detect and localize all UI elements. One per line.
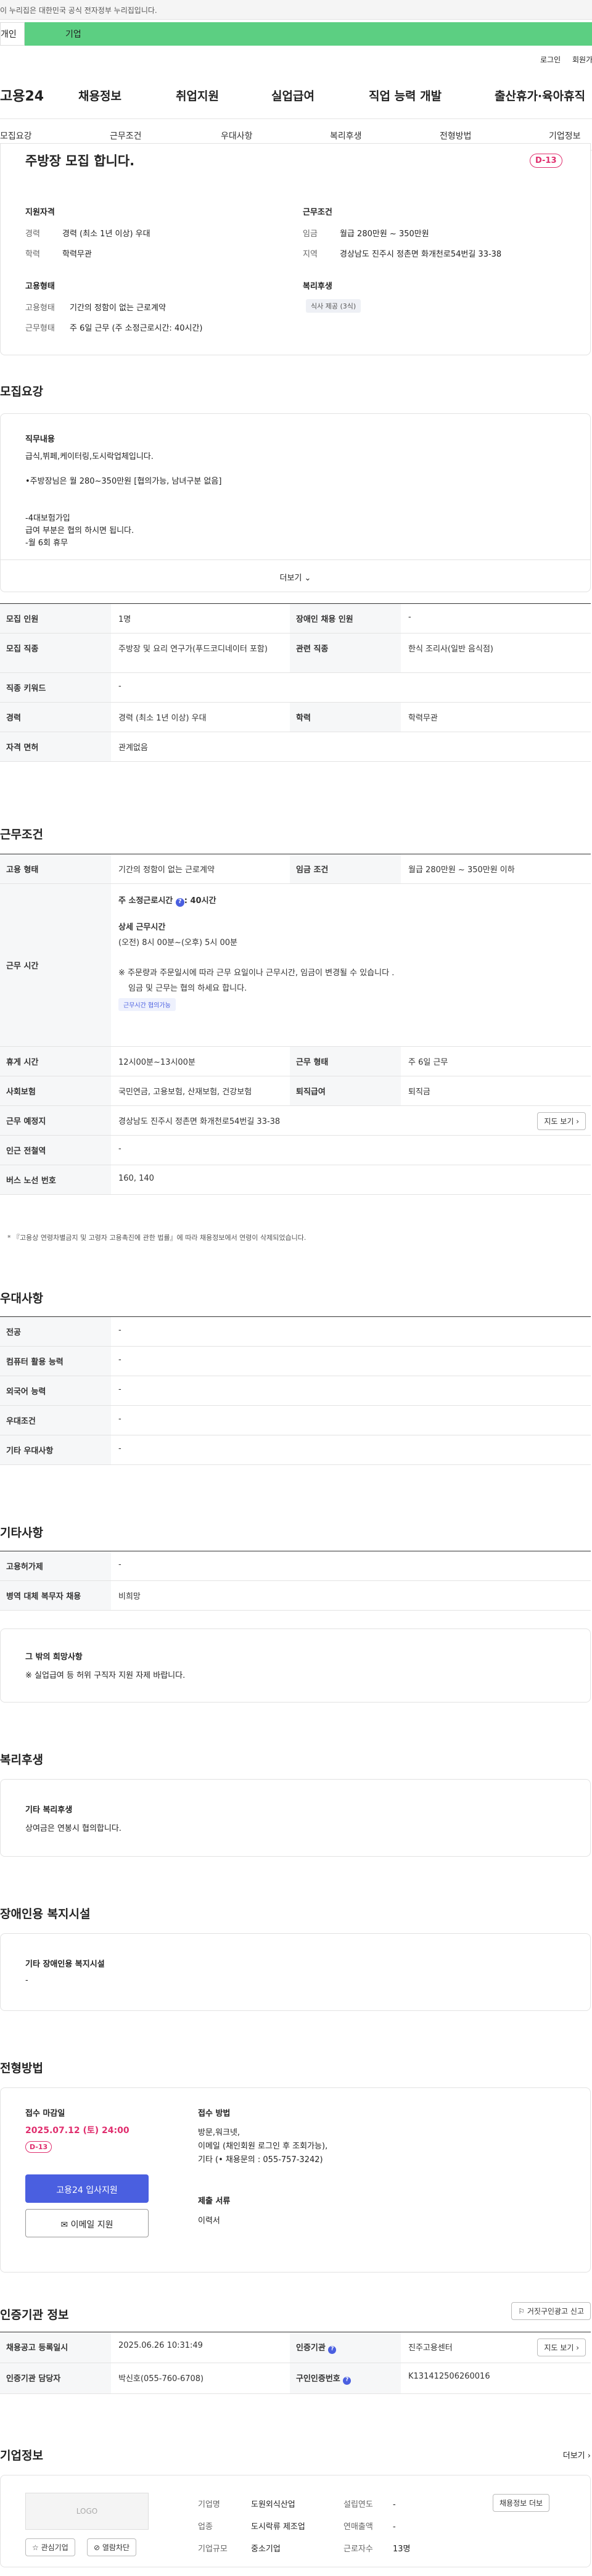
selection-title: 전형방법 xyxy=(0,2062,43,2075)
recruit-table: 모집 인원 1명 장애인 채용 인원 - 모집 직종 주방장 및 요리 연구가(푸드코디… xyxy=(0,603,591,762)
table-row: 근무 시간 주 소정근로시간 ?: 40시간 상세 근무시간 (오전) 8시 0… xyxy=(0,884,591,1047)
report-button[interactable]: ⚐ 거짓구인광고 신고 xyxy=(511,2302,591,2320)
table-row: 기타 우대사항 - xyxy=(0,1435,591,1465)
nav-training[interactable]: 직업 능력 개발 xyxy=(369,87,442,104)
conditions-title: 근무조건 xyxy=(0,828,43,841)
preference-table: 전공 - 컴퓨터 활용 능력 - 외국어 능력 - 우대조건 - 기타 우대사항 - xyxy=(0,1316,591,1465)
dday-badge-2: D-13 xyxy=(25,2141,52,2153)
info-icon[interactable]: ? xyxy=(175,898,184,907)
welfare-heading: 복리후생 xyxy=(303,282,332,291)
job-desc-text: 급식,뷔페,케이터링,도시락업체입니다. •주방장님은 월 280~350만원 … xyxy=(25,452,222,548)
tab-company[interactable]: 기업 xyxy=(25,22,592,46)
company-card: LOGO ☆ 관심기업 ⊘ 열람차단 기업명 도원외식산업 설립연도 - 업종 도시락류… xyxy=(0,2475,591,2567)
more-button[interactable]: 더보기 ⌄ xyxy=(1,559,590,592)
flag-icon: ⚐ xyxy=(518,2307,525,2316)
block-icon: ⊘ xyxy=(94,2543,101,2552)
table-row: 직종 키워드 - xyxy=(0,673,591,703)
map-button[interactable]: 지도 보기 › xyxy=(537,1112,586,1130)
table-row: 모집 인원 1명 장애인 채용 인원 - xyxy=(0,604,591,634)
preference-title: 우대사항 xyxy=(0,1292,43,1305)
selection-card: 접수 마감일 2025.07.12 (토) 24:00 D-13 고용24 입사… xyxy=(0,2087,591,2273)
nav-parental-leave[interactable]: 출산휴가·육아휴직 xyxy=(495,87,585,104)
signup-link[interactable]: 회원가입 xyxy=(572,54,592,65)
table-row: 자격 면허 관계없음 xyxy=(0,732,591,762)
disability-box: 기타 장애인용 복지시설 - xyxy=(0,1933,591,2011)
nav-employment-support[interactable]: 취업지원 xyxy=(176,87,219,104)
star-icon: ☆ xyxy=(32,2543,39,2552)
cond-heading: 근무조건 xyxy=(303,208,332,217)
job-desc-card: 직무내용 급식,뷔페,케이터링,도시락업체입니다. •주방장님은 월 280~3… xyxy=(0,413,591,592)
negotiable-chip: 근무시간 협의가능 xyxy=(118,998,176,1011)
table-row: 휴게 시간 12시00분~13시00분 근무 형태 주 6일 근무 xyxy=(0,1047,591,1076)
job-desc-heading: 직무내용 xyxy=(25,435,55,444)
method-list: 방문,워크넷, 이메일 (채인회원 로그인 후 조회가능), 기타 (• 채용문… xyxy=(198,2128,328,2165)
etc-box: 그 밖의 희망사항 ※ 실업급여 등 허위 구직자 지원 자제 바랍니다. xyxy=(0,1629,591,1703)
tab-recruit[interactable]: 모집요강 xyxy=(0,130,32,142)
deadline: 2025.07.12 (토) 24:00 xyxy=(25,2126,130,2136)
company-more-link[interactable]: 더보기 › xyxy=(563,2449,591,2461)
cond-list: 임금 월급 280만원 ~ 350만원 지역 경상남도 진주시 정촌면 화개천로54… xyxy=(303,229,502,259)
cert-table: 채용공고 등록일시 2025.06.26 10:31:49 인증기관 ? 진주고용센터… xyxy=(0,2332,591,2394)
fav-company-button[interactable]: ☆ 관심기업 xyxy=(25,2538,75,2556)
disability-title: 장애인용 복지시설 xyxy=(0,1907,91,1921)
gov-banner: 이 누리집은 대한민국 공식 전자정부 누리집입니다. xyxy=(0,0,592,20)
company-logo: LOGO xyxy=(25,2493,149,2530)
apply-button[interactable]: 고용24 입사지원 xyxy=(25,2174,149,2203)
table-row: 채용공고 등록일시 2025.06.26 10:31:49 인증기관 ? 진주고용센터… xyxy=(0,2332,591,2363)
cert-title: 인증기관 정보 xyxy=(0,2308,69,2322)
tab-company-info[interactable]: 기업정보 xyxy=(549,130,581,142)
tab-conditions[interactable]: 근무조건 xyxy=(110,130,142,142)
age-footnote: * 『고용상 연령차별금지 및 고령자 고용촉진에 관한 법률』에 따라 채용정… xyxy=(7,1234,306,1242)
table-row: 외국어 능력 - xyxy=(0,1376,591,1406)
job-title: 주방장 모집 합니다. xyxy=(25,154,135,168)
table-row: 인증기관 담당자 박신호(055-760-6708) 구인인증번호 ? K131412… xyxy=(0,2363,591,2394)
tab-preference[interactable]: 우대사항 xyxy=(221,130,253,142)
table-row: 우대조건 - xyxy=(0,1406,591,1435)
recruit-title: 모집요강 xyxy=(0,385,43,398)
company-info: 기업명 도원외식산업 설립연도 - 업종 도시락류 제조업 연매출액 - 기업규모 중소기업 근… xyxy=(198,2500,411,2554)
table-row: 사회보험 국민연금, 고용보험, 산재보험, 건강보험 퇴직급여 퇴직금 xyxy=(0,1076,591,1106)
table-row: 컴퓨터 활용 능력 - xyxy=(0,1347,591,1376)
table-row: 근무 예정지 경상남도 진주시 정촌면 화개천로54번길 33-38 지도 보기 › xyxy=(0,1106,591,1136)
table-row: 전공 - xyxy=(0,1317,591,1347)
emp-heading: 고용형태 xyxy=(25,282,55,291)
table-row: 고용허가제 - xyxy=(0,1551,591,1581)
info-icon[interactable]: ? xyxy=(343,2377,352,2385)
emp-list: 고용형태 기간의 정함이 없는 근로계약 근무형태 주 6일 근무 (주 소정근로시… xyxy=(25,303,203,333)
info-icon[interactable]: ? xyxy=(328,2346,337,2354)
table-row: 버스 노선 번호 160, 140 xyxy=(0,1165,591,1195)
tab-personal[interactable]: 개인 xyxy=(0,22,25,46)
logo[interactable]: 고용24 xyxy=(0,85,44,105)
welfare-title: 복리후생 xyxy=(0,1753,43,1767)
etc-table: 고용허가제 - 병역 대체 복무자 채용 비희망 xyxy=(0,1551,591,1611)
tab-welfare[interactable]: 복리후생 xyxy=(330,130,362,142)
welfare-box: 기타 복리후생 상여금은 연봉시 협의합니다. xyxy=(0,1779,591,1857)
main-nav: 고용24 채용정보 취업지원 실업급여 직업 능력 개발 출산휴가·육아휴직 xyxy=(0,80,592,110)
table-row: 경력 경력 (최소 1년 이상) 우대 학력 학력무관 xyxy=(0,703,591,732)
etc-title: 기타사항 xyxy=(0,1526,43,1540)
tab-selection[interactable]: 전형방법 xyxy=(440,130,472,142)
worktime-detail: 주 소정근로시간 ?: 40시간 상세 근무시간 (오전) 8시 00분~(오후… xyxy=(111,884,591,1046)
table-row: 모집 직종 주방장 및 요리 연구가(푸드코디네이터 포함) 관련 직종 한식 조리사… xyxy=(0,634,591,673)
login-link[interactable]: 로그인 xyxy=(540,54,561,65)
table-row: 인근 전철역 - xyxy=(0,1136,591,1165)
nav-jobs[interactable]: 채용정보 xyxy=(78,87,121,104)
cert-map-button[interactable]: 지도 보기 › xyxy=(537,2339,586,2356)
table-row: 병역 대체 복무자 채용 비희망 xyxy=(0,1581,591,1611)
welfare-chip: 식사 제공 (3식) xyxy=(306,299,361,313)
nav-unemployment[interactable]: 실업급여 xyxy=(271,87,314,104)
company-title: 기업정보 xyxy=(0,2449,43,2462)
dday-badge: D-13 xyxy=(530,154,562,168)
table-row: 고용 형태 기간의 정함이 없는 근로계약 임금 조건 월급 280만원 ~ 350만… xyxy=(0,854,591,884)
qual-list: 경력 경력 (최소 1년 이상) 우대 학력 학력무관 xyxy=(25,229,150,259)
summary-card: 주방장 모집 합니다. D-13 지원자격 경력 경력 (최소 1년 이상) 우대… xyxy=(0,143,591,355)
block-company-button[interactable]: ⊘ 열람차단 xyxy=(87,2538,137,2556)
company-jobs-button[interactable]: 채용정보 더보 xyxy=(493,2494,550,2512)
qual-heading: 지원자격 xyxy=(25,208,55,217)
conditions-table: 고용 형태 기간의 정함이 없는 근로계약 임금 조건 월급 280만원 ~ 350만… xyxy=(0,854,591,1195)
mail-icon: ✉ xyxy=(60,2220,68,2230)
email-apply-button[interactable]: ✉ 이메일 지원 xyxy=(25,2209,149,2237)
